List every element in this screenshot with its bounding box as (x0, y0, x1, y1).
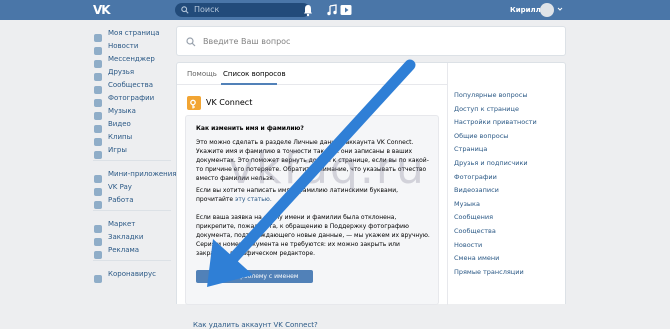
user-name[interactable]: Кирилл (510, 4, 541, 16)
sidebar-item-label: Закладки (108, 232, 144, 241)
sidebar-item-label: Фотографии (108, 93, 155, 102)
sidebar-item-label: Сообщества (108, 80, 154, 89)
category-link[interactable]: Страница (454, 143, 537, 157)
sidebar-item-label: Моя страница (108, 28, 160, 37)
category-link[interactable]: Сообщества (454, 225, 537, 239)
categories-column: Популярные вопросы Доступ к странице Настр… (447, 63, 567, 305)
sidebar-divider (93, 210, 171, 211)
messenger-icon (93, 54, 103, 68)
apps-icon (93, 169, 103, 183)
tab-question-list[interactable]: Список вопросов (223, 70, 286, 78)
sidebar-item[interactable]: Видео (93, 117, 173, 133)
sidebar-item-label: Игры (108, 145, 127, 154)
left-sidebar: Моя страница Новости Мессенджер Друзья Сообщ… (93, 26, 177, 283)
sidebar-item-label: Клипы (108, 132, 133, 141)
clips-icon (93, 132, 103, 146)
key-icon (187, 96, 201, 110)
active-tab-indicator (221, 83, 277, 85)
sidebar-item-label: Мини-приложения (108, 169, 177, 178)
chevron-down-icon[interactable] (557, 6, 563, 12)
category-link[interactable]: Новости (454, 239, 537, 253)
top-bar: VK Поиск Кирилл (0, 0, 670, 20)
news-icon (93, 41, 103, 55)
next-question-link[interactable]: Как удалить аккаунт VK Connect? (193, 321, 318, 329)
search-placeholder: Поиск (194, 5, 220, 14)
coronavirus-icon (93, 269, 103, 283)
category-link[interactable]: Фотографии (454, 171, 537, 185)
bell-icon[interactable] (301, 3, 315, 17)
category-link[interactable]: Прямые трансляции (454, 266, 537, 280)
sidebar-item[interactable]: Работа (93, 193, 173, 209)
vkpay-icon (93, 182, 103, 196)
music-icon (93, 106, 103, 120)
market-icon (93, 219, 103, 233)
category-link[interactable]: Музыка (454, 198, 537, 212)
friends-icon (93, 67, 103, 81)
sidebar-item-label: VK Pay (108, 182, 132, 191)
play-icon[interactable] (339, 3, 353, 17)
vk-logo[interactable]: VK (93, 3, 111, 17)
sidebar-item[interactable]: Мини-приложения (93, 167, 177, 183)
category-link[interactable]: Популярные вопросы (454, 89, 537, 103)
tabs-bar: Помощь Список вопросов (177, 63, 447, 85)
category-link[interactable]: Друзья и подписчики (454, 157, 537, 171)
sidebar-item-label: Коронавирус (108, 269, 156, 278)
sidebar-item[interactable]: Новости (93, 39, 173, 55)
video-icon (93, 119, 103, 133)
sidebar-item-label: Работа (108, 195, 134, 204)
search-icon (186, 37, 196, 47)
question-title[interactable]: Как изменить имя и фамилию? (196, 124, 432, 133)
sidebar-item-label: Музыка (108, 106, 136, 115)
category-link[interactable]: Общие вопросы (454, 130, 537, 144)
sidebar-item-label: Новости (108, 41, 139, 50)
category-link[interactable]: Настройки приватности (454, 116, 537, 130)
games-icon (93, 145, 103, 159)
sidebar-item[interactable]: Друзья (93, 65, 173, 81)
photo-icon (93, 93, 103, 107)
sidebar-item-label: Видео (108, 119, 131, 128)
sidebar-item-label: Мессенджер (108, 54, 155, 63)
question-search-placeholder: Введите Ваш вопрос (203, 37, 291, 46)
sidebar-item[interactable]: Маркет (93, 217, 173, 233)
category-link[interactable]: Сообщения (454, 211, 537, 225)
home-icon (93, 28, 103, 42)
communities-icon (93, 80, 103, 94)
sidebar-item[interactable]: Мессенджер (93, 52, 173, 68)
music-note-icon[interactable] (325, 3, 339, 17)
sidebar-item[interactable]: VK Pay (93, 180, 173, 196)
sidebar-item-label: Друзья (108, 67, 135, 76)
search-icon (181, 6, 189, 14)
category-link[interactable]: Смена имени (454, 252, 537, 266)
sidebar-divider (93, 260, 171, 261)
avatar[interactable] (540, 3, 554, 17)
category-link[interactable]: Доступ к странице (454, 103, 537, 117)
sidebar-item-label: Маркет (108, 219, 136, 228)
bookmarks-icon (93, 232, 103, 246)
sidebar-item-label: Реклама (108, 245, 140, 254)
sidebar-item[interactable]: Игры (93, 143, 173, 159)
tab-help[interactable]: Помощь (187, 70, 217, 78)
category-list: Популярные вопросы Доступ к странице Настр… (454, 89, 537, 279)
this-article-link[interactable]: эту статью. (235, 196, 272, 203)
section-title: VK Connect (206, 98, 253, 107)
sidebar-divider (93, 160, 171, 161)
sidebar-item[interactable]: Музыка (93, 104, 173, 120)
sidebar-item[interactable]: Фотографии (93, 91, 173, 107)
ads-icon (93, 245, 103, 259)
question-search-box[interactable]: Введите Ваш вопрос (176, 26, 566, 56)
work-icon (93, 195, 103, 209)
sidebar-item[interactable]: Моя страница (93, 26, 173, 42)
sidebar-item[interactable]: Закладки (93, 230, 173, 246)
solve-name-problem-button[interactable]: Решить проблему с именем (196, 270, 313, 283)
category-link[interactable]: Видеозаписи (454, 184, 537, 198)
watermark: vkfaq.ru (228, 143, 426, 194)
global-search[interactable]: Поиск (175, 3, 310, 17)
answer-paragraph-3: Если ваша заявка на смену имени и фамили… (196, 214, 430, 257)
sidebar-item[interactable]: Клипы (93, 130, 173, 146)
sidebar-item[interactable]: Реклама (93, 243, 173, 259)
sidebar-item[interactable]: Сообщества (93, 78, 173, 94)
sidebar-item[interactable]: Коронавирус (93, 267, 173, 283)
